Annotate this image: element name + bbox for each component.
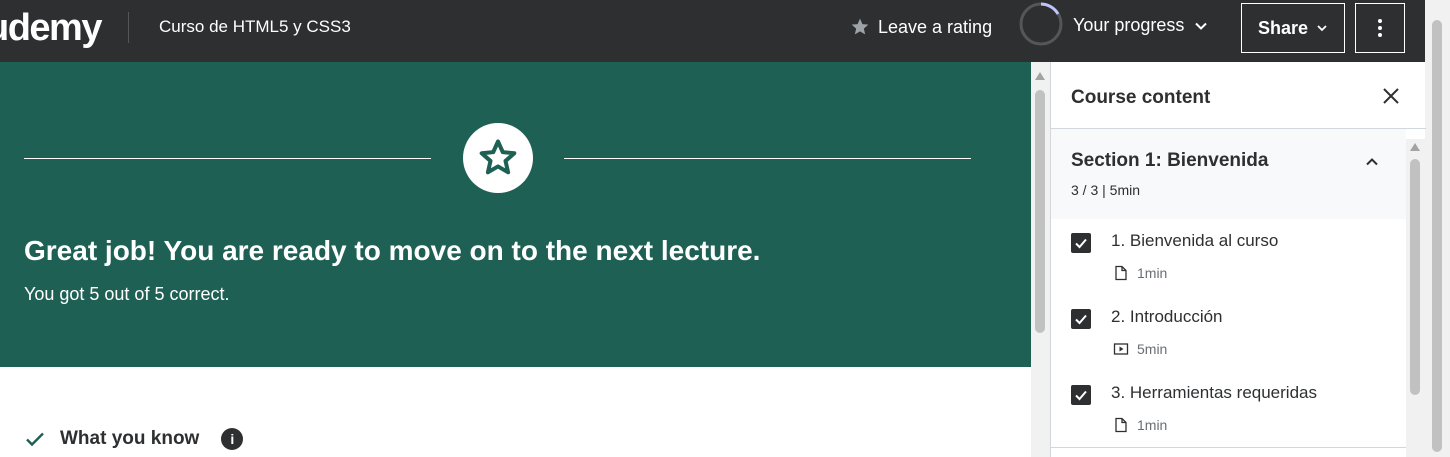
check-icon — [1075, 314, 1087, 325]
sidebar-scrollbar[interactable] — [1406, 139, 1425, 457]
top-bar: udemy Curso de HTML5 y CSS3 Leave a rati… — [0, 0, 1425, 62]
lecture-checkbox[interactable] — [1071, 233, 1091, 253]
file-icon — [1115, 265, 1127, 281]
scroll-up-arrow-icon[interactable] — [1410, 143, 1420, 151]
what-you-know-heading: What you know i — [24, 428, 244, 450]
lecture-duration: 1min — [1137, 265, 1168, 281]
section-title: Section 1: Bienvenida — [1071, 150, 1269, 171]
check-icon — [1075, 238, 1087, 249]
section-header[interactable]: Section 1: Bienvenida 3 / 3 | 5min — [1051, 129, 1406, 219]
lecture-meta: 1min — [1113, 265, 1167, 281]
share-label: Share — [1257, 17, 1309, 38]
section-meta: 3 / 3 | 5min — [1071, 182, 1141, 198]
scroll-up-arrow-icon[interactable] — [1035, 72, 1045, 80]
sidebar-title: Course content — [1071, 87, 1211, 108]
sidebar-header: Course content — [1051, 62, 1426, 129]
checkmark-icon — [26, 432, 44, 447]
content-scrollbar[interactable] — [1031, 62, 1050, 457]
check-icon — [1075, 390, 1087, 401]
chevron-up-icon — [1366, 158, 1378, 166]
lecture-duration: 5min — [1137, 341, 1168, 357]
star-icon — [851, 18, 869, 35]
more-options-button[interactable] — [1355, 3, 1405, 53]
result-headline: Great job! You are ready to move on to t… — [24, 235, 761, 266]
lecture-title: 1. Bienvenida al curso — [1111, 231, 1279, 250]
course-title[interactable]: Curso de HTML5 y CSS3 — [159, 17, 351, 37]
star-badge — [463, 123, 533, 193]
udemy-logo[interactable]: udemy — [0, 6, 102, 50]
chevron-down-icon — [1195, 22, 1208, 30]
lecture-title: 3. Herramientas requeridas — [1111, 383, 1317, 402]
star-outline-icon — [479, 139, 517, 175]
lecture-title: 2. Introducción — [1111, 307, 1223, 326]
lecture-meta: 1min — [1113, 417, 1167, 433]
info-icon[interactable]: i — [221, 428, 244, 450]
page-scrollbar-thumb[interactable] — [1432, 20, 1442, 452]
close-icon[interactable] — [1381, 86, 1401, 106]
your-progress-label: Your progress — [1073, 15, 1185, 35]
your-progress-button[interactable]: Your progress — [1018, 1, 1208, 47]
progress-ring-icon — [1019, 2, 1063, 46]
banner-divider-right — [564, 158, 971, 159]
kebab-menu-icon — [1378, 19, 1382, 37]
course-content-sidebar: Course content Section 1: Bienvenida 3 /… — [1050, 62, 1426, 457]
video-icon — [1113, 343, 1129, 355]
lecture-meta: 5min — [1113, 341, 1167, 357]
result-score: You got 5 out of 5 correct. — [24, 284, 230, 304]
share-button[interactable]: Share — [1241, 3, 1345, 53]
lecture-duration: 1min — [1137, 417, 1168, 433]
lecture-item[interactable]: 3. Herramientas requeridas 1min — [1051, 371, 1406, 447]
header-divider — [128, 12, 129, 43]
leave-rating-button[interactable]: Leave a rating — [850, 16, 992, 38]
lecture-checkbox[interactable] — [1071, 385, 1091, 405]
lecture-item[interactable]: 2. Introducción 5min — [1051, 295, 1406, 371]
sidebar-scrollbar-thumb[interactable] — [1410, 159, 1420, 395]
leave-rating-label: Leave a rating — [878, 16, 993, 37]
section-divider — [1051, 447, 1406, 448]
banner-divider-left — [24, 158, 431, 159]
content-scrollbar-thumb[interactable] — [1035, 90, 1045, 333]
lecture-item[interactable]: 1. Bienvenida al curso 1min — [1051, 219, 1406, 295]
what-you-know-label: What you know — [60, 428, 200, 449]
chevron-down-icon — [1317, 25, 1327, 32]
lecture-checkbox[interactable] — [1071, 309, 1091, 329]
file-icon — [1115, 417, 1127, 433]
page-scrollbar[interactable] — [1425, 0, 1450, 457]
quiz-result-banner: Great job! You are ready to move on to t… — [0, 62, 1031, 367]
